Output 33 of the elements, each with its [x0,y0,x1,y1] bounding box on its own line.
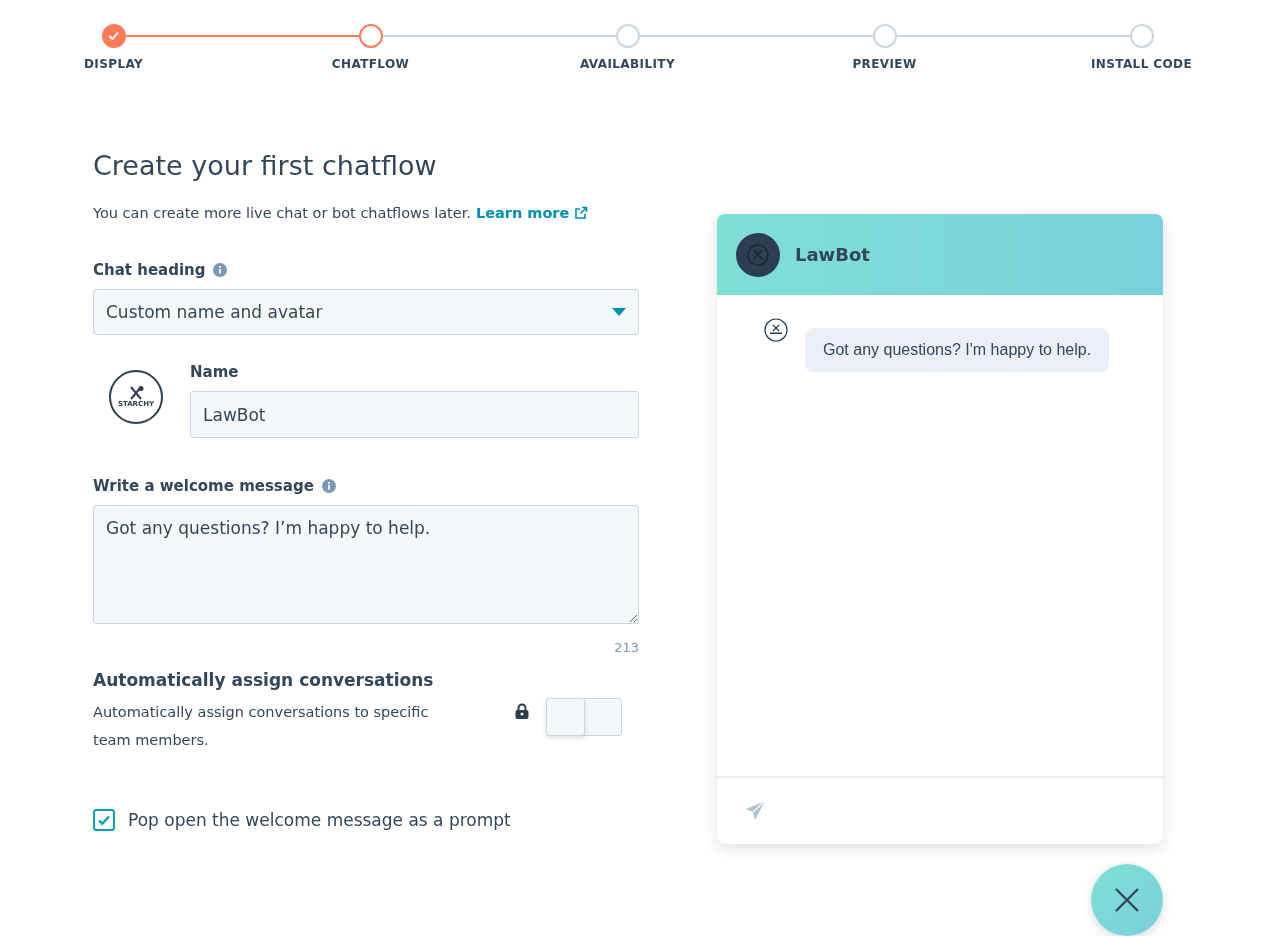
step-label[interactable]: CHATFLOW [331,57,410,71]
step-indicator[interactable] [358,24,383,48]
close-icon[interactable] [1114,887,1140,913]
info-icon[interactable] [321,479,336,493]
step-label[interactable]: AVAILABILITY [580,57,675,71]
field-label: Chat heading [93,261,206,279]
field-label: Write a welcome message [93,477,314,495]
field-label: Name [190,363,240,381]
info-icon[interactable] [213,263,228,277]
step-label[interactable]: DISPLAY [83,57,144,71]
bot-avatar-icon [736,232,780,277]
section-title: Automatically assign conversations [93,670,435,690]
close-button[interactable] [1091,864,1163,936]
step-indicator[interactable] [101,24,126,48]
welcome-message-input[interactable]: Got any questions? I’m happy to help. [93,505,639,624]
send-icon[interactable] [745,800,767,822]
step-label[interactable]: PREVIEW [852,57,917,71]
caret-icon[interactable] [612,308,626,316]
section-description: Automatically assign conversations to specific team members. [93,703,430,750]
character-counter: 213 [614,640,639,655]
external-link-icon[interactable] [574,206,589,220]
checkbox[interactable] [93,809,115,831]
step-label[interactable]: INSTALL CODE [1090,57,1193,71]
page-title: Create your first chatflow [93,150,438,181]
intro-text: You can create more live chat or bot chatflows later. [93,205,471,221]
chat-heading-dropdown[interactable]: Custom name and avatar [93,289,639,335]
message-bubble: Got any questions? I'm happy to help. [805,328,1110,372]
assign-toggle[interactable] [546,698,622,736]
learn-more-link[interactable]: Learn more [475,205,589,221]
name-input[interactable]: LawBot [190,391,639,438]
checkbox-label[interactable]: Pop open the welcome message as a prompt [128,810,511,830]
bot-avatar-icon [764,318,788,342]
bot-name: LawBot [795,244,870,265]
